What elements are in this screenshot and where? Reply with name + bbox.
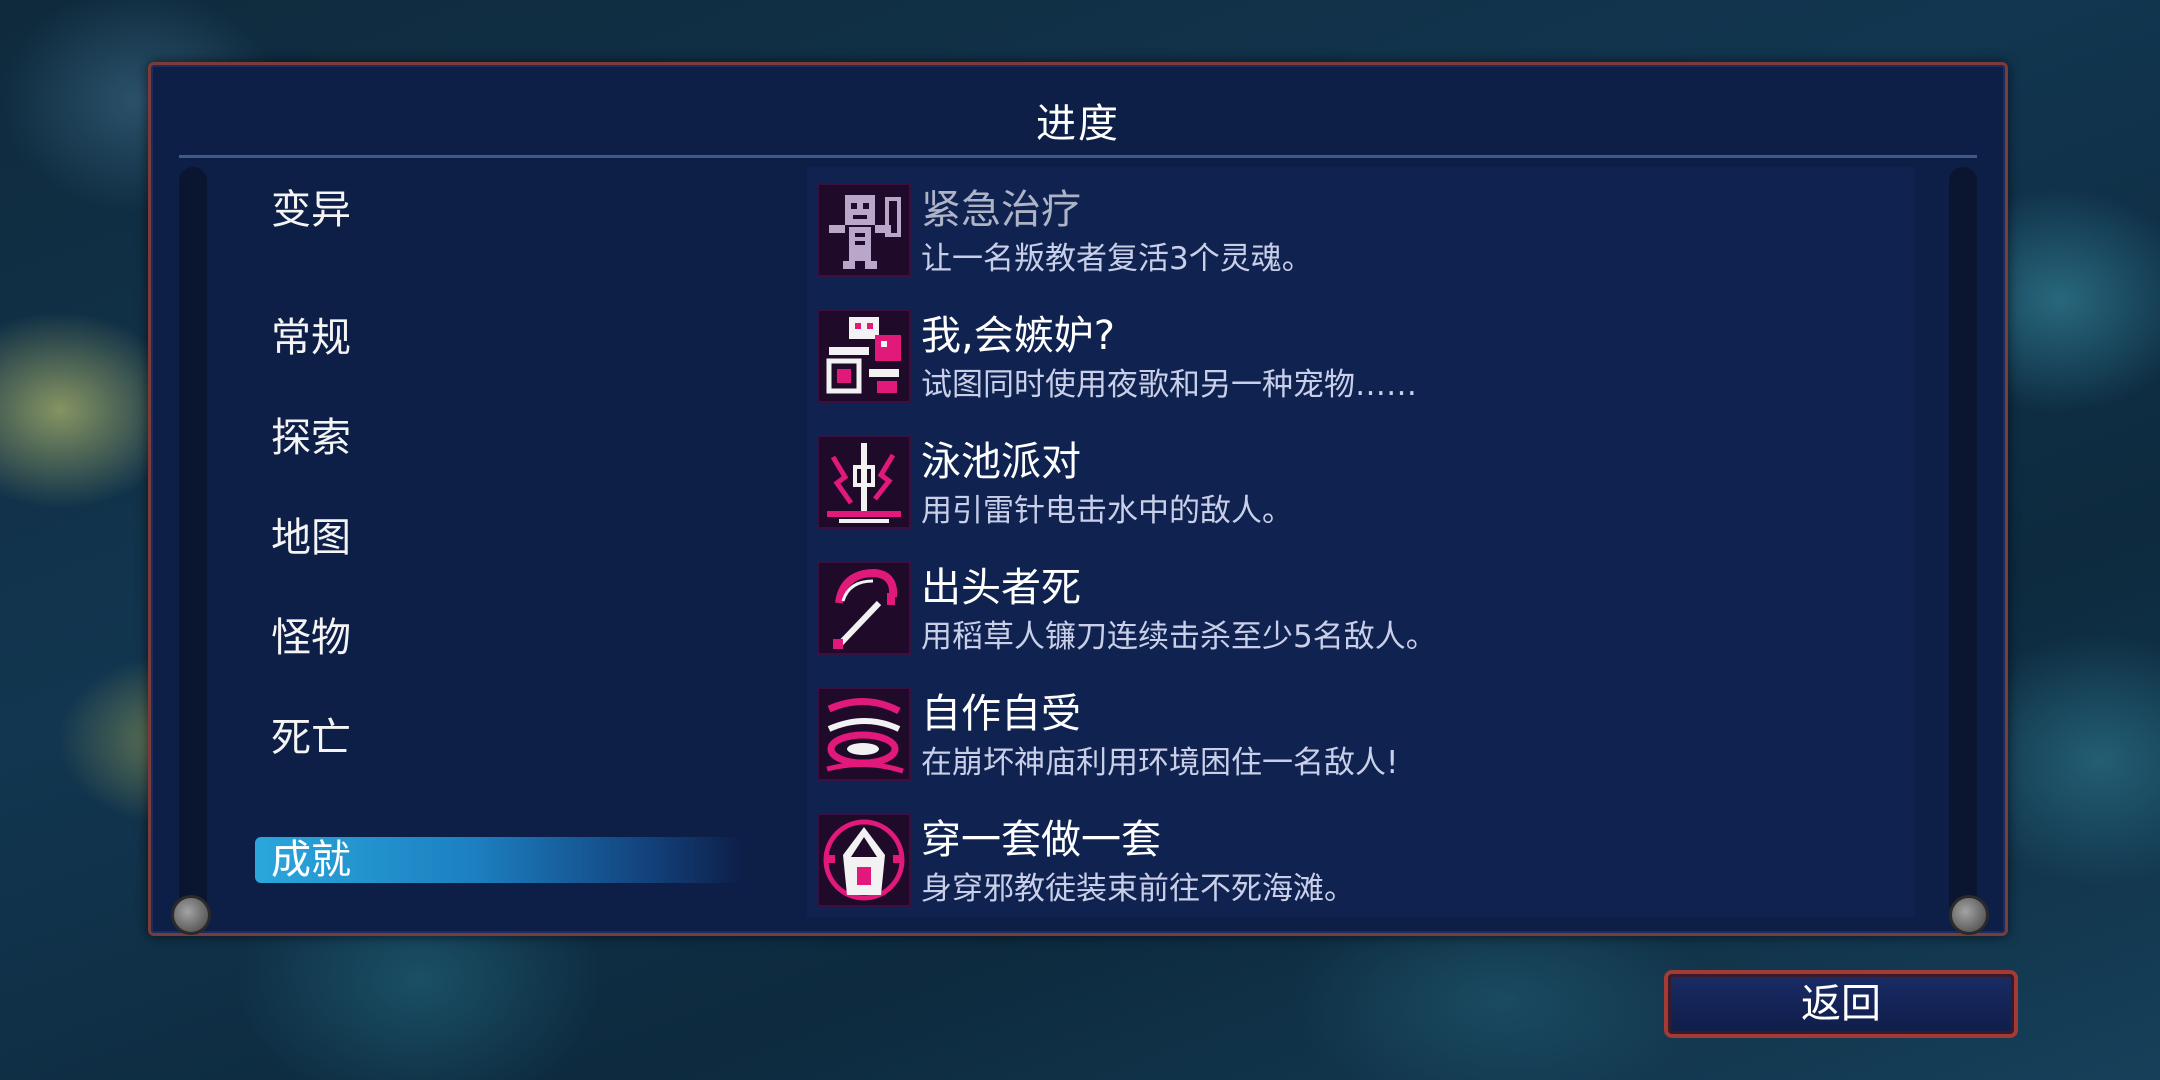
achievement-title: 泳池派对 — [921, 439, 1081, 485]
pet-owl-icon — [817, 309, 911, 403]
achievement-desc: 用引雷针电击水中的敌人。 — [921, 493, 1293, 529]
achievement-desc: 在崩坏神庙利用环境困住一名敌人! — [921, 745, 1399, 781]
scroll-knob-left[interactable] — [171, 895, 211, 935]
achievement-desc: 身穿邪教徒装束前往不死海滩。 — [921, 871, 1355, 907]
achievement-item[interactable]: 穿一套做一套 身穿邪教徒装束前往不死海滩。 — [817, 805, 1907, 913]
trap-swirl-icon — [817, 687, 911, 781]
category-exploration[interactable]: 探索 — [271, 405, 351, 463]
category-deaths[interactable]: 死亡 — [271, 705, 351, 763]
progress-panel: 进度 变异 常规 探索 地图 怪物 死亡 成就 紧急治疗 让一名叛教者复活3个灵… — [148, 62, 2008, 936]
panel-title: 进度 — [1036, 101, 1120, 147]
category-general[interactable]: 常规 — [271, 305, 351, 363]
scythe-icon — [817, 561, 911, 655]
achievement-item[interactable]: 出头者死 用稻草人镰刀连续击杀至少5名敌人。 — [817, 553, 1907, 661]
scroll-rail-right[interactable] — [1949, 167, 1977, 917]
back-button[interactable]: 返回 — [1664, 970, 2018, 1038]
achievement-item[interactable]: 自作自受 在崩坏神庙利用环境困住一名敌人! — [817, 679, 1907, 787]
cultist-hood-icon — [817, 813, 911, 907]
medkit-skeleton-icon — [817, 183, 911, 277]
achievement-item[interactable]: 我,会嫉妒? 试图同时使用夜歌和另一种宠物…… — [817, 301, 1907, 409]
category-achievements-label: 成就 — [271, 837, 351, 883]
achievement-title: 穿一套做一套 — [921, 817, 1161, 863]
category-achievements[interactable]: 成就 — [255, 837, 745, 883]
category-mutations[interactable]: 变异 — [271, 177, 351, 235]
achievement-item[interactable]: 紧急治疗 让一名叛教者复活3个灵魂。 — [817, 175, 1907, 283]
achievement-title: 我,会嫉妒? — [921, 313, 1115, 359]
scroll-knob-right[interactable] — [1949, 895, 1989, 935]
achievement-list[interactable]: 紧急治疗 让一名叛教者复活3个灵魂。 我,会嫉妒? 试图同时使用夜歌和另一种宠物… — [807, 167, 1915, 917]
lightning-rod-icon — [817, 435, 911, 529]
category-map[interactable]: 地图 — [271, 505, 351, 563]
achievement-title: 自作自受 — [921, 691, 1081, 737]
achievement-desc: 试图同时使用夜歌和另一种宠物…… — [921, 367, 1417, 403]
achievement-desc: 用稻草人镰刀连续击杀至少5名敌人。 — [921, 619, 1437, 655]
achievement-item[interactable]: 泳池派对 用引雷针电击水中的敌人。 — [817, 427, 1907, 535]
achievement-desc: 让一名叛教者复活3个灵魂。 — [921, 241, 1313, 277]
scroll-rail-left[interactable] — [179, 167, 207, 917]
title-divider — [179, 155, 1977, 158]
achievement-title: 出头者死 — [921, 565, 1081, 611]
achievement-title: 紧急治疗 — [921, 187, 1081, 233]
category-monsters[interactable]: 怪物 — [271, 605, 351, 663]
